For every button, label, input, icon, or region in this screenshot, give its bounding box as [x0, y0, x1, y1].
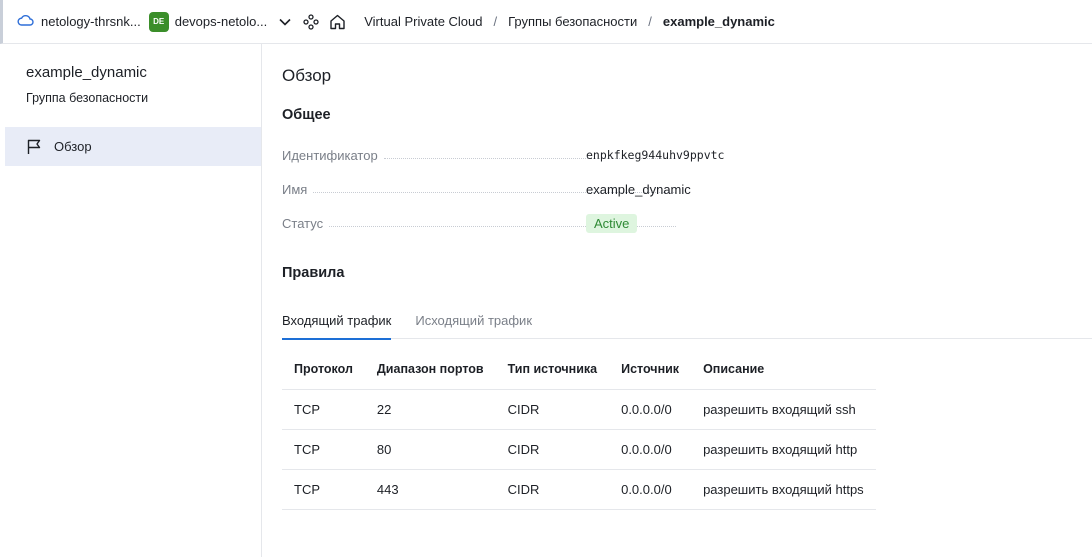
table-cell: 0.0.0.0/0 — [609, 389, 692, 430]
column-header: Диапазон портов — [364, 349, 496, 390]
status-badge: Active — [586, 213, 638, 233]
property-key: Статус — [282, 215, 324, 231]
table-cell: 80 — [364, 429, 496, 470]
breadcrumb-current: example_dynamic — [662, 14, 775, 29]
table-row[interactable]: TCP 22 CIDR 0.0.0.0/0 разрешить входящий… — [282, 389, 876, 430]
breadcrumb: Virtual Private Cloud / Группы безопасно… — [364, 14, 775, 29]
table-row[interactable]: TCP 443 CIDR 0.0.0.0/0 разрешить входящи… — [282, 469, 876, 510]
table-cell: разрешить входящий https — [691, 469, 876, 510]
breadcrumb-separator: / — [648, 14, 652, 29]
property-id: Идентификатор enpkfkeg944uhv9ppvtc — [282, 145, 724, 165]
table-cell: TCP — [282, 469, 365, 510]
tab-egress[interactable]: Исходящий трафик — [415, 308, 532, 339]
folder-name: devops-netolo... — [174, 14, 268, 29]
rules-table: Протокол Диапазон портов Тип источника И… — [282, 349, 876, 510]
table-cell: разрешить входящий ssh — [691, 389, 876, 430]
property-name: Имя example_dynamic — [282, 179, 691, 199]
rules-section-title: Правила — [282, 265, 345, 281]
cloud-icon — [17, 14, 34, 29]
table-cell: CIDR — [495, 389, 610, 430]
column-header: Источник — [609, 349, 692, 390]
property-status: Статус Active — [282, 213, 682, 233]
table-cell: CIDR — [495, 469, 610, 510]
top-bar: netology-thrsnk... DE devops-netolo... V… — [0, 0, 1092, 44]
table-cell: 0.0.0.0/0 — [609, 429, 692, 470]
folder-badge: DE — [148, 11, 169, 32]
sidebar-item-overview[interactable]: Обзор — [5, 127, 261, 166]
column-header: Тип источника — [495, 349, 610, 390]
sidebar-item-label: Обзор — [54, 139, 92, 154]
services-icon[interactable] — [303, 13, 319, 30]
property-value: example_dynamic — [586, 181, 691, 197]
sidebar-subtitle: Группа безопасности — [26, 91, 149, 105]
table-cell: разрешить входящий http — [691, 429, 876, 470]
breadcrumb-vpc[interactable]: Virtual Private Cloud — [364, 14, 482, 29]
property-value: enpkfkeg944uhv9ppvtc — [586, 148, 725, 162]
table-cell: CIDR — [495, 429, 610, 470]
table-header-row: Протокол Диапазон портов Тип источника И… — [282, 349, 876, 390]
general-section-title: Общее — [282, 107, 331, 123]
column-header: Описание — [691, 349, 876, 390]
rules-tabs: Входящий трафик Исходящий трафик — [282, 308, 1092, 340]
flag-icon — [26, 139, 42, 155]
property-key: Имя — [282, 181, 308, 197]
property-key: Идентификатор — [282, 147, 378, 163]
cloud-selector[interactable]: netology-thrsnk... — [17, 14, 141, 29]
table-cell: 443 — [364, 469, 496, 510]
breadcrumb-separator: / — [493, 14, 498, 29]
breadcrumb-security-groups[interactable]: Группы безопасности — [508, 14, 637, 29]
tab-ingress[interactable]: Входящий трафик — [282, 308, 392, 340]
home-icon[interactable] — [329, 14, 346, 30]
table-row[interactable]: TCP 80 CIDR 0.0.0.0/0 разрешить входящий… — [282, 429, 876, 470]
table-cell: 22 — [364, 389, 496, 430]
column-header: Протокол — [282, 349, 365, 390]
sidebar: example_dynamic Группа безопасности Обзо… — [5, 44, 262, 557]
sidebar-title: example_dynamic — [26, 64, 147, 81]
table-cell: TCP — [282, 429, 365, 470]
table-cell: 0.0.0.0/0 — [609, 469, 692, 510]
chevron-down-icon[interactable] — [279, 18, 291, 26]
page-title: Обзор — [282, 66, 332, 85]
cloud-name: netology-thrsnk... — [41, 14, 141, 29]
table-cell: TCP — [282, 389, 365, 430]
folder-selector[interactable]: DE devops-netolo... — [141, 11, 268, 32]
